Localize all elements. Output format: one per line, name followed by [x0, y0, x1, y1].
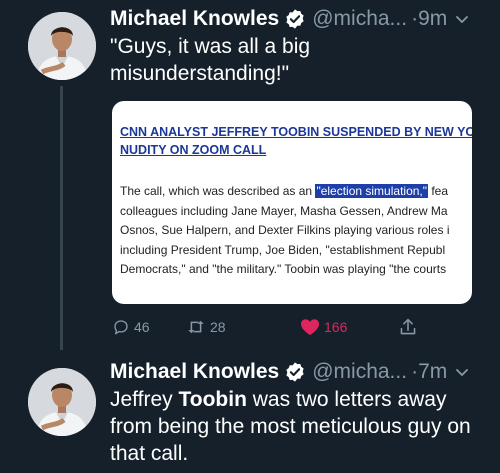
article-body: The call, which was described as an "ele…	[120, 182, 472, 280]
like-count: 166	[324, 319, 348, 335]
author-handle[interactable]: @micha...	[312, 360, 407, 384]
reply-icon	[114, 320, 128, 335]
tweet-header: Michael Knowles @micha... · 7m	[110, 358, 488, 386]
article-screenshot-card[interactable]: CNN ANALYST JEFFREY TOOBIN SUSPENDED BY …	[112, 101, 472, 304]
body-text: fea	[428, 184, 449, 198]
body-line-3: Osnos, Sue Halpern, and Dexter Filkins p…	[120, 223, 450, 237]
headline-line-2: NUDITY ON ZOOM CALL	[120, 143, 267, 157]
separator-dot: ·	[411, 360, 419, 383]
author-handle[interactable]: @micha...	[312, 7, 407, 31]
tweet-actions: 46 28 166	[112, 316, 432, 338]
article-headline: CNN ANALYST JEFFREY TOOBIN SUSPENDED BY …	[120, 123, 472, 159]
author-name[interactable]: Michael Knowles	[110, 360, 279, 384]
thread-line	[60, 86, 63, 350]
separator-dot: ·	[411, 7, 419, 30]
avatar[interactable]	[28, 368, 96, 436]
retweet-button[interactable]: 28	[186, 316, 226, 338]
share-icon	[400, 318, 416, 335]
share-button[interactable]	[399, 316, 421, 338]
heart-icon	[301, 319, 319, 336]
verified-badge-icon	[284, 361, 306, 383]
body-line-4: including President Trump, Joe Biden, "e…	[120, 242, 446, 257]
tweet-1[interactable]: Michael Knowles @micha... · 9m "Guys, it…	[0, 0, 500, 352]
avatar[interactable]	[28, 12, 96, 80]
tweet-text: Jeffrey Toobin was two letters away from…	[110, 386, 488, 467]
highlighted-phrase: "election simulation,"	[315, 184, 429, 198]
like-button[interactable]: 166	[300, 316, 347, 338]
body-line-2: colleagues including Jane Mayer, Masha G…	[120, 203, 448, 218]
chevron-down-icon[interactable]	[455, 365, 469, 379]
body-line-1: The call, which was described as an "ele…	[120, 182, 472, 202]
tweet-2[interactable]: Michael Knowles @micha... · 7m Jeffrey T…	[0, 352, 500, 473]
retweet-count: 28	[210, 319, 226, 335]
tweet-header: Michael Knowles @micha... · 9m	[110, 5, 488, 33]
reply-button[interactable]: 46	[112, 316, 150, 338]
reply-count: 46	[134, 319, 150, 335]
tweet-text-bold: Toobin	[178, 388, 247, 411]
headline-line-1: CNN ANALYST JEFFREY TOOBIN SUSPENDED BY …	[120, 125, 472, 139]
retweet-icon	[188, 320, 204, 334]
tweet-timestamp[interactable]: 9m	[418, 7, 447, 31]
chevron-down-icon[interactable]	[455, 12, 469, 26]
verified-badge-icon	[284, 8, 306, 30]
body-line-5: Democrats," and "the military." Toobin w…	[120, 262, 447, 276]
tweet-timestamp[interactable]: 7m	[418, 360, 447, 384]
author-name[interactable]: Michael Knowles	[110, 7, 279, 31]
tweet-text: "Guys, it was all a big misunderstanding…	[110, 35, 311, 85]
tweet-text-part: Jeffrey	[110, 388, 179, 411]
body-text: The call, which was described as an	[120, 184, 316, 198]
